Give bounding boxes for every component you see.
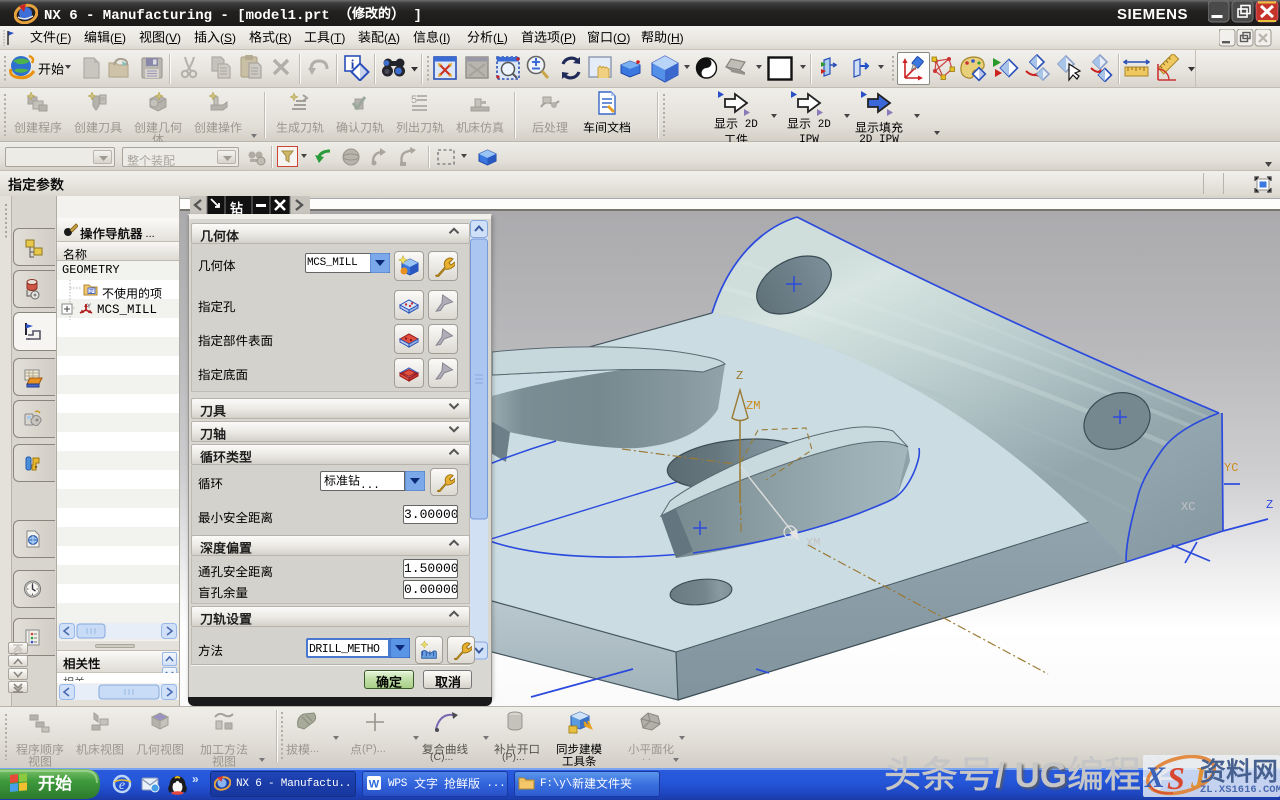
svg-text:S: S [1167,760,1185,796]
svg-text:W: W [369,779,380,791]
svg-text:YC: YC [1224,461,1238,475]
svg-text:Z: Z [1266,498,1273,512]
svg-text:ZM: ZM [746,399,760,413]
svg-text:Y: Y [87,304,91,310]
svg-text:Z: Z [736,369,743,383]
svg-text:5: 5 [411,94,417,106]
svg-text:X: X [1144,761,1166,794]
svg-text:XC: XC [1181,500,1195,514]
svg-text:XM: XM [806,536,820,550]
